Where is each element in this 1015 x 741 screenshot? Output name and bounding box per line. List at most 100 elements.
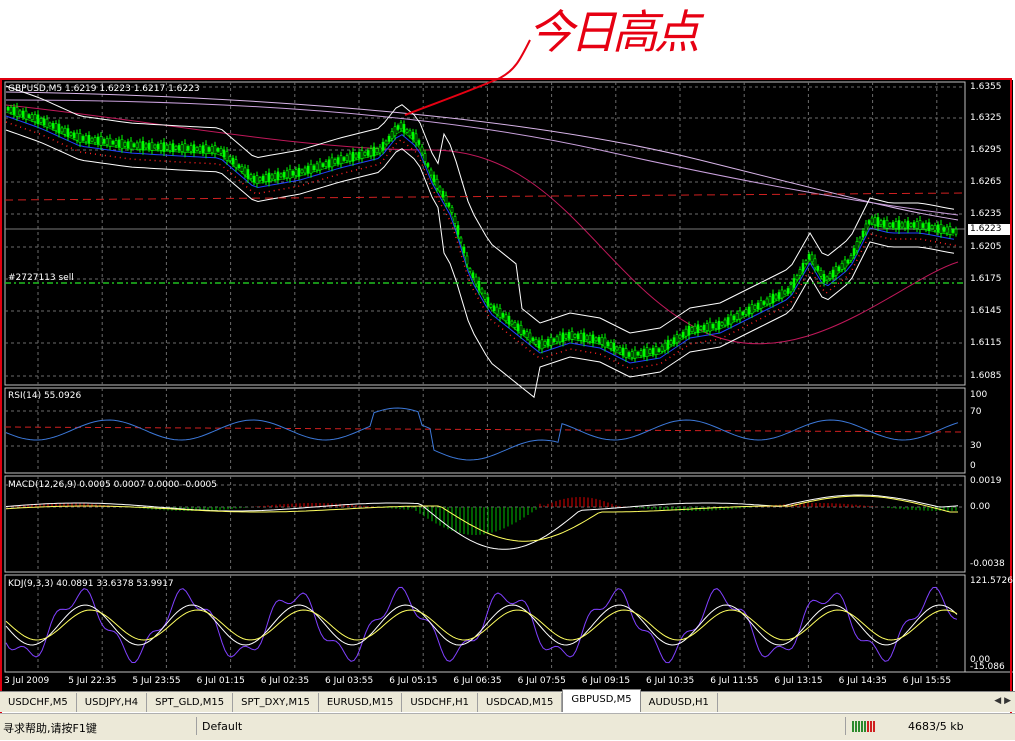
tab-spt-gld-m15[interactable]: SPT_GLD,M15	[147, 693, 234, 712]
macd-tick: -0.0038	[970, 559, 1005, 569]
candle-body	[585, 335, 589, 341]
candle-body	[666, 339, 670, 350]
candle-body	[954, 228, 958, 235]
candle-body	[885, 219, 889, 229]
candle-body	[651, 347, 655, 355]
price-tick: 1.6085	[970, 371, 1002, 381]
candle-body	[558, 334, 562, 343]
price-tick: 1.6205	[970, 242, 1002, 252]
rsi-tick: 70	[970, 407, 982, 417]
rsi-tick: 100	[970, 390, 988, 400]
candle-body	[201, 145, 205, 153]
tab-gbpusd-m5[interactable]: GBPUSD,M5	[562, 689, 641, 712]
candle-body	[675, 334, 679, 343]
rsi-tick: 30	[970, 441, 982, 451]
candle-body	[54, 123, 58, 131]
candle-body	[624, 348, 628, 358]
candle-body	[117, 139, 121, 148]
candle-body	[720, 322, 724, 326]
candle-body	[951, 229, 955, 233]
tab-usdcad-m15[interactable]: USDCAD,M15	[478, 693, 563, 712]
candle-body	[948, 226, 952, 235]
candle-body	[792, 278, 796, 288]
current-price-tag: 1.6223	[968, 224, 1010, 235]
candle-body	[63, 127, 67, 135]
candle-body	[213, 145, 217, 155]
candle-body	[780, 289, 784, 299]
candle-body	[453, 216, 457, 224]
tab-usdjpy-h4[interactable]: USDJPY,H4	[77, 693, 148, 712]
candle-body	[702, 324, 706, 331]
candle-body	[915, 221, 919, 229]
candle-body	[297, 167, 301, 177]
candle-body	[939, 224, 943, 234]
kdj-header: KDJ(9,3,3) 40.0891 33.6378 53.9917	[8, 579, 174, 589]
candle-body	[18, 110, 22, 116]
candle-body	[339, 155, 343, 165]
candle-body	[177, 145, 181, 151]
candle-body	[402, 124, 406, 133]
candle-body	[462, 246, 466, 254]
candle-body	[414, 133, 418, 144]
candle-body	[138, 141, 142, 150]
candle-body	[363, 151, 367, 156]
candle-body	[375, 148, 379, 154]
candle-body	[102, 139, 106, 144]
candle-body	[66, 128, 70, 137]
tab-spt-dxy-m15[interactable]: SPT_DXY,M15	[233, 693, 319, 712]
candle-body	[483, 292, 487, 300]
candle-body	[888, 223, 892, 227]
candle-body	[174, 145, 178, 150]
candle-body	[849, 255, 853, 261]
candle-body	[747, 306, 751, 315]
candle-body	[342, 157, 346, 161]
candle-body	[753, 305, 757, 310]
candle-body	[519, 324, 523, 335]
candle-body	[78, 133, 82, 143]
candle-body	[837, 266, 841, 272]
time-tick: 6 Jul 14:35	[838, 676, 887, 686]
candle-body	[924, 222, 928, 230]
candle-body	[81, 136, 85, 141]
candle-body	[126, 141, 130, 149]
candle-body	[411, 132, 415, 140]
candle-body	[51, 123, 55, 129]
candle-body	[540, 339, 544, 350]
tab-usdchf-m5[interactable]: USDCHF,M5	[0, 693, 77, 712]
candle-body	[750, 304, 754, 314]
rsi-header: RSI(14) 55.0926	[8, 391, 82, 401]
candle-body	[564, 334, 568, 339]
candle-body	[936, 224, 940, 233]
candle-body	[87, 134, 91, 144]
tab-usdchf-h1[interactable]: USDCHF,H1	[402, 693, 478, 712]
candle-body	[612, 342, 616, 352]
candle-body	[855, 241, 859, 251]
candle-body	[291, 170, 295, 176]
candle-body	[345, 155, 349, 162]
candle-body	[219, 148, 223, 154]
candle-body	[360, 150, 364, 159]
candle-body	[258, 177, 262, 181]
candle-body	[627, 352, 631, 357]
candle-body	[579, 333, 583, 341]
candle-body	[96, 136, 100, 145]
price-tick: 1.6175	[970, 274, 1002, 284]
candle-body	[783, 290, 787, 295]
candle-body	[759, 300, 763, 309]
candle-body	[615, 346, 619, 351]
kdj-tick: -15.086	[970, 662, 1005, 672]
candle-body	[354, 153, 358, 159]
candle-body	[150, 142, 154, 151]
candle-body	[45, 118, 49, 128]
candle-body	[198, 146, 202, 152]
time-tick: 3 Jul 2009	[4, 676, 50, 686]
tab-eurusd-m15[interactable]: EURUSD,M15	[319, 693, 403, 712]
tab-scroll-arrows[interactable]: ◀ ▶	[994, 696, 1011, 706]
candle-body	[555, 336, 559, 343]
tab-audusd-h1[interactable]: AUDUSD,H1	[641, 693, 718, 712]
candle-body	[312, 165, 316, 171]
candle-body	[33, 114, 37, 123]
candle-body	[306, 165, 310, 174]
candle-body	[114, 140, 118, 146]
connection-bars-icon	[852, 718, 880, 737]
